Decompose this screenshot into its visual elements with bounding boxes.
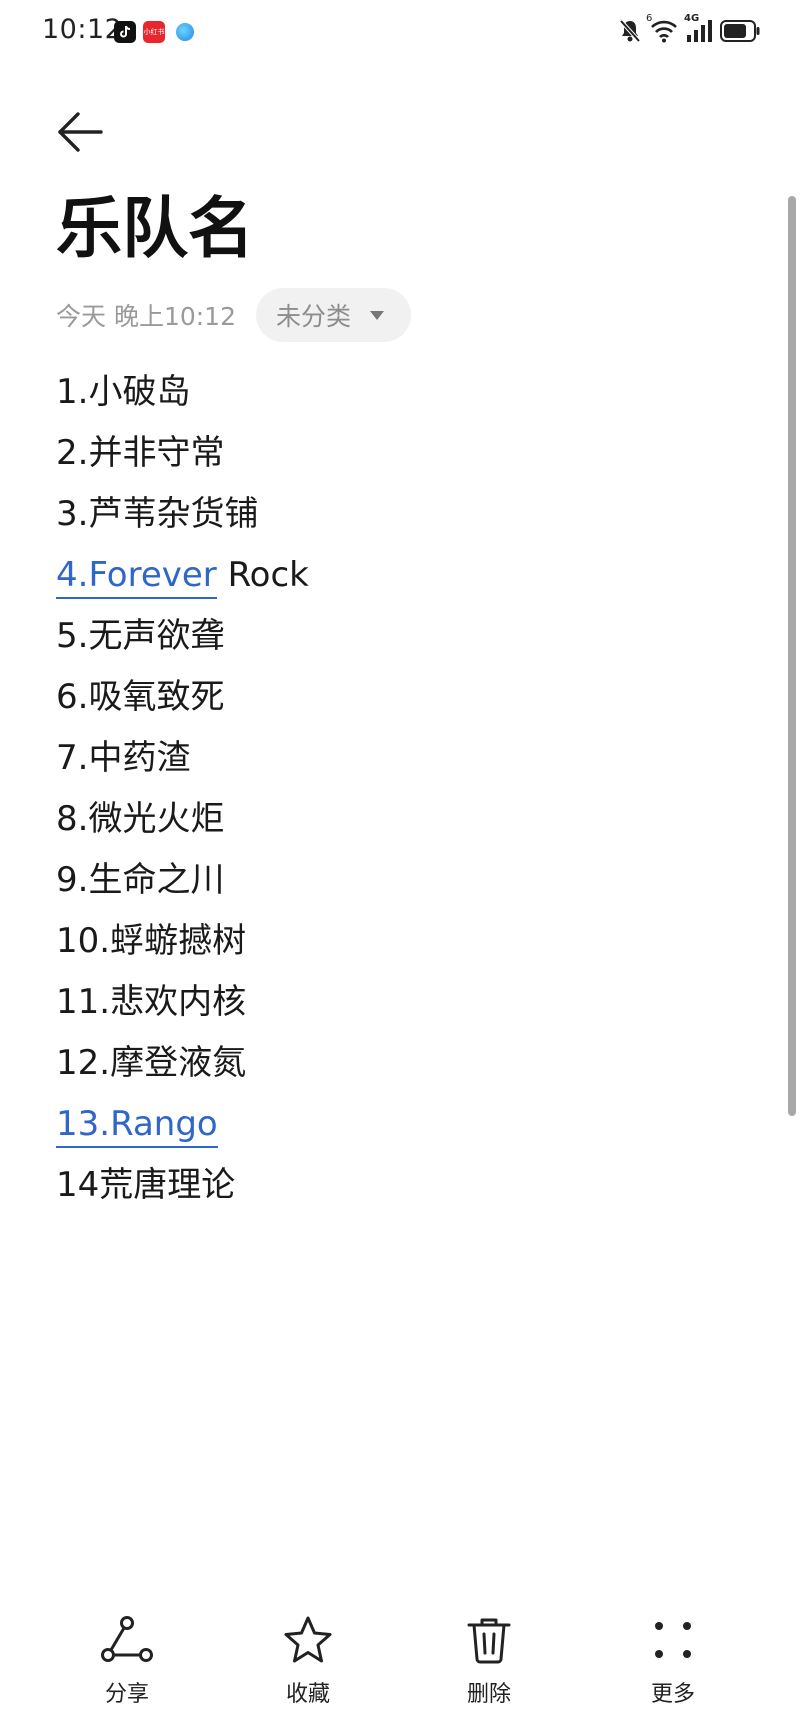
note-text: 1.小破岛 (56, 372, 191, 412)
note-line: 3.芦苇杂货铺 (56, 484, 736, 545)
more-label: 更多 (650, 1682, 695, 1707)
arrow-left-icon (58, 112, 103, 152)
note-line: 1.小破岛 (56, 362, 736, 423)
note-link[interactable]: 13.Rango (56, 1104, 218, 1148)
note-line: 13.Rango (56, 1094, 736, 1155)
battery-icon (720, 20, 760, 46)
note-text: 3.芦苇杂货铺 (56, 494, 259, 534)
bottom-toolbar: 分享 收藏 删除 更多 (0, 1612, 800, 1727)
xiaohongshu-app-icon: 小红书 (143, 21, 165, 43)
favorite-button[interactable]: 收藏 (248, 1612, 368, 1708)
note-line: 2.并非守常 (56, 423, 736, 484)
note-line: 9.生命之川 (56, 850, 736, 911)
note-text: 11.悲欢内核 (56, 982, 247, 1022)
note-line: 4.Forever Rock (56, 545, 736, 606)
delete-label: 删除 (466, 1682, 511, 1707)
tiktok-app-icon (114, 21, 136, 43)
note-line: 14荒唐理论 (56, 1155, 736, 1216)
note-text: 9.生命之川 (56, 860, 225, 900)
note-line: 12.摩登液氮 (56, 1033, 736, 1094)
wifi-icon: 6 (646, 13, 678, 47)
note-text: 12.摩登液氮 (56, 1043, 247, 1083)
note-text: 14荒唐理论 (56, 1165, 236, 1205)
note-text: Rock (216, 555, 309, 595)
status-bar: 10:12 小红书 6 4G (0, 0, 800, 64)
mute-bell-icon (618, 18, 642, 48)
browser-app-icon (176, 23, 194, 41)
category-label: 未分类 (276, 302, 352, 331)
share-icon (101, 1616, 153, 1662)
note-date: 今天 晚上10:12 (56, 302, 236, 331)
note-line: 6.吸氧致死 (56, 667, 736, 728)
status-time: 10:12 (42, 14, 123, 45)
note-line: 8.微光火炬 (56, 789, 736, 850)
more-button[interactable]: 更多 (613, 1612, 733, 1708)
back-button[interactable] (52, 104, 108, 160)
note-link[interactable]: 4.Forever (56, 555, 217, 599)
cellular-signal-icon: 4G (684, 13, 712, 47)
note-text: 7.中药渣 (56, 738, 191, 778)
favorite-label: 收藏 (285, 1682, 330, 1707)
note-meta: 今天 晚上10:12 未分类 (56, 288, 412, 342)
category-dropdown[interactable]: 未分类 (256, 288, 412, 342)
status-icons: 6 4G (618, 13, 760, 48)
scrollbar-thumb[interactable] (788, 196, 796, 1116)
share-label: 分享 (104, 1682, 149, 1707)
note-text: 6.吸氧致死 (56, 677, 225, 717)
note-line: 5.无声欲聋 (56, 606, 736, 667)
triangle-down-icon (370, 311, 385, 320)
star-icon (284, 1616, 332, 1663)
note-line: 10.蜉蝣撼树 (56, 911, 736, 972)
note-line: 11.悲欢内核 (56, 972, 736, 1033)
sim-label: 6 (646, 13, 653, 24)
dots-grid-icon (655, 1622, 691, 1658)
page-title: 乐队名 (56, 190, 254, 267)
trash-icon (467, 1618, 511, 1664)
note-text: 10.蜉蝣撼树 (56, 921, 247, 961)
note-content[interactable]: 1.小破岛 2.并非守常 3.芦苇杂货铺 4.Forever Rock 5.无声欲聋 6.… (56, 362, 736, 1216)
note-text: 8.微光火炬 (56, 799, 225, 839)
network-type-label: 4G (684, 13, 700, 24)
delete-button[interactable]: 删除 (429, 1612, 549, 1708)
share-button[interactable]: 分享 (67, 1612, 187, 1708)
note-text: 5.无声欲聋 (56, 616, 225, 656)
note-line: 7.中药渣 (56, 728, 736, 789)
note-text: 2.并非守常 (56, 433, 225, 473)
